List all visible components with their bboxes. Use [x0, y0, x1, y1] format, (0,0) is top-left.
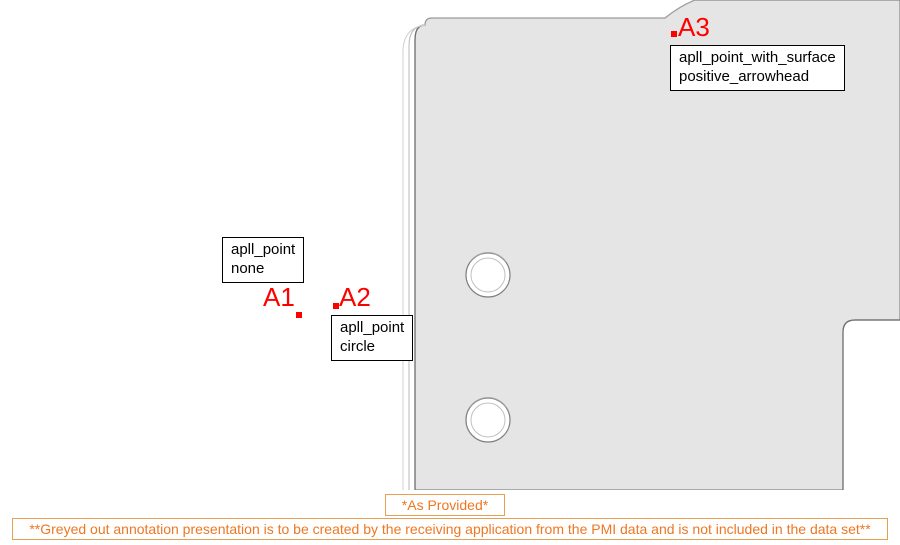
- a1-box: apll_point none: [222, 237, 304, 283]
- a3-point: [671, 31, 677, 37]
- a2-label: A2: [339, 282, 371, 313]
- a2-box: apll_point circle: [331, 315, 413, 361]
- a3-box-line1: apll_point_with_surface: [679, 49, 836, 66]
- a1-label: A1: [263, 282, 295, 313]
- a2-box-line2: circle: [340, 338, 375, 355]
- a1-box-line2: none: [231, 260, 264, 277]
- a2-box-line1: apll_point: [340, 319, 404, 336]
- hole-lower: [466, 398, 510, 442]
- a3-label: A3: [678, 12, 710, 43]
- hole-upper: [466, 253, 510, 297]
- a1-point: [296, 312, 302, 318]
- a3-box: apll_point_with_surface positive_arrowhe…: [670, 45, 845, 91]
- footer-note: **Greyed out annotation presentation is …: [12, 518, 888, 540]
- footer-caption: *As Provided*: [385, 494, 505, 516]
- a1-box-line1: apll_point: [231, 241, 295, 258]
- a3-box-line2: positive_arrowhead: [679, 68, 809, 85]
